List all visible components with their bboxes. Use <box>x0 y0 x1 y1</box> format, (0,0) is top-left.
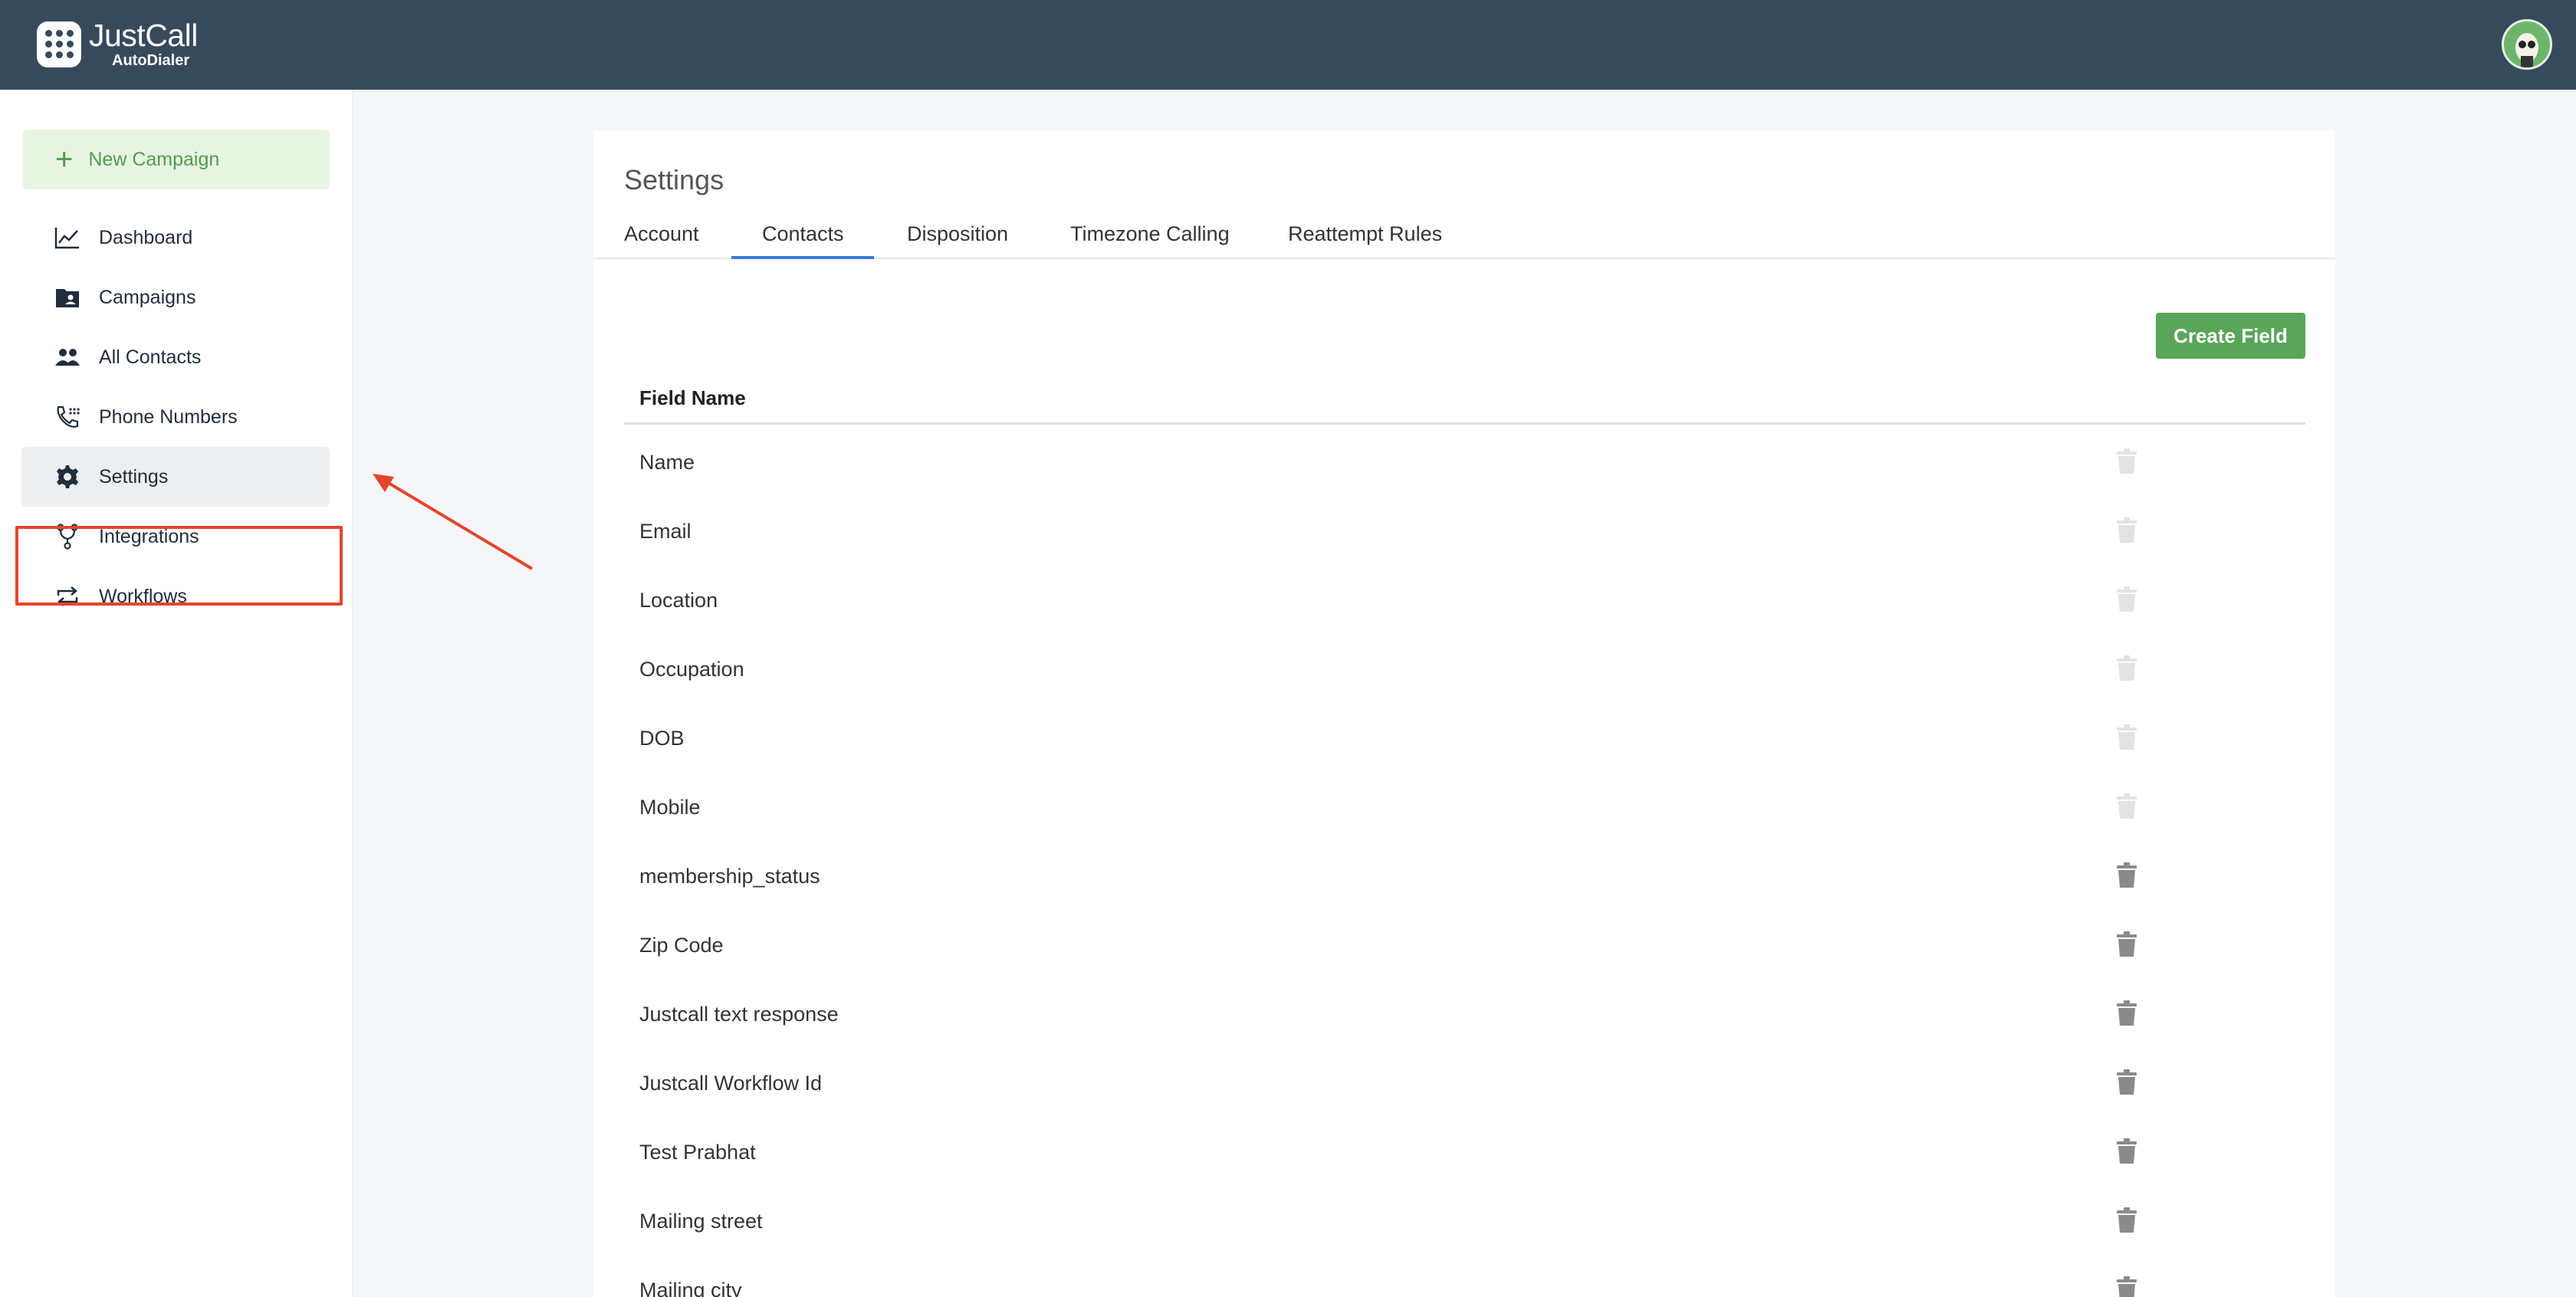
table-row: DOB <box>624 704 2305 773</box>
field-name: Mobile <box>639 795 701 819</box>
justcall-logo[interactable]: JustCall AutoDialer <box>37 20 198 68</box>
table-row: Test Prabhat <box>624 1118 2305 1187</box>
trash-icon[interactable] <box>2116 1069 2137 1095</box>
tab-reattempt-rules[interactable]: Reattempt Rules <box>1288 222 1442 259</box>
field-name: Mailing city <box>639 1278 742 1297</box>
sidebar-item-all-contacts[interactable]: All Contacts <box>21 327 330 387</box>
table-row: Justcall Workflow Id <box>624 1049 2305 1118</box>
table-row: Zip Code <box>624 911 2305 980</box>
column-header-field-name: Field Name <box>639 386 746 409</box>
sidebar-item-label: Settings <box>99 465 169 488</box>
trash-icon[interactable] <box>2116 1000 2137 1026</box>
trash-icon[interactable] <box>2116 1207 2137 1233</box>
trash-icon <box>2116 793 2137 819</box>
field-name: DOB <box>639 726 685 750</box>
chart-line-icon <box>54 224 81 251</box>
sidebar-item-label: All Contacts <box>99 346 202 368</box>
people-icon <box>54 343 81 371</box>
field-name: Location <box>639 588 718 612</box>
field-name: Zip Code <box>639 933 724 957</box>
new-campaign-button[interactable]: + New Campaign <box>23 130 330 189</box>
table-header: Field Name <box>624 376 2305 425</box>
field-name: Test Prabhat <box>639 1140 756 1164</box>
trash-icon <box>2116 586 2137 612</box>
new-campaign-label: New Campaign <box>88 148 220 170</box>
dialpad-icon <box>37 21 81 67</box>
table-row: membership_status <box>624 842 2305 911</box>
create-field-button[interactable]: Create Field <box>2156 313 2305 359</box>
field-name: Mailing street <box>639 1209 763 1233</box>
logo-subtitle: AutoDialer <box>112 52 190 69</box>
field-name: membership_status <box>639 864 820 888</box>
field-name: Justcall Workflow Id <box>639 1071 823 1095</box>
page-title: Settings <box>624 164 724 195</box>
field-name: Name <box>639 450 695 474</box>
trash-icon <box>2116 448 2137 474</box>
tab-timezone-calling[interactable]: Timezone Calling <box>1070 222 1230 259</box>
tab-account[interactable]: Account <box>624 222 699 259</box>
trash-icon <box>2116 724 2137 750</box>
table-row: Mailing city <box>624 1256 2305 1297</box>
user-avatar[interactable] <box>2502 19 2552 70</box>
sidebar: + New Campaign Dashboard Campaigns All C… <box>0 90 353 1297</box>
trash-icon[interactable] <box>2116 1138 2137 1164</box>
folder-user-icon <box>54 284 81 311</box>
trash-icon[interactable] <box>2116 931 2137 957</box>
table-row: Mailing street <box>624 1187 2305 1256</box>
table-row: Location <box>624 566 2305 635</box>
trash-icon[interactable] <box>2116 862 2137 888</box>
field-name: Justcall text response <box>639 1002 839 1026</box>
sidebar-item-label: Dashboard <box>99 226 193 248</box>
trash-icon <box>2116 517 2137 543</box>
annotation-arrow-icon <box>373 474 534 570</box>
table-row: Occupation <box>624 635 2305 704</box>
logo-title: JustCall <box>89 18 198 53</box>
tab-disposition[interactable]: Disposition <box>907 222 1008 259</box>
field-name: Email <box>639 519 692 543</box>
sidebar-item-dashboard[interactable]: Dashboard <box>21 208 330 268</box>
sidebar-item-label: Campaigns <box>99 286 196 308</box>
settings-card: Settings Account Contacts Disposition Ti… <box>593 130 2335 1297</box>
settings-tabs: Account Contacts Disposition Timezone Ca… <box>593 222 2335 259</box>
tab-contacts[interactable]: Contacts <box>731 222 874 259</box>
sidebar-item-label: Phone Numbers <box>99 406 238 428</box>
table-row: Justcall text response <box>624 980 2305 1049</box>
annotation-highlight-box <box>15 526 343 606</box>
plus-icon: + <box>55 143 74 176</box>
table-row: Name <box>624 428 2305 497</box>
phone-dial-icon <box>54 403 81 431</box>
table-row: Mobile <box>624 773 2305 842</box>
field-name: Occupation <box>639 657 744 681</box>
sidebar-item-phone-numbers[interactable]: Phone Numbers <box>21 387 330 447</box>
top-bar: JustCall AutoDialer <box>0 0 2576 90</box>
table-row: Email <box>624 497 2305 566</box>
trash-icon <box>2116 655 2137 681</box>
sidebar-item-settings[interactable]: Settings <box>21 447 330 507</box>
trash-icon[interactable] <box>2116 1276 2137 1297</box>
sidebar-item-campaigns[interactable]: Campaigns <box>21 268 330 327</box>
gear-icon <box>54 463 81 491</box>
